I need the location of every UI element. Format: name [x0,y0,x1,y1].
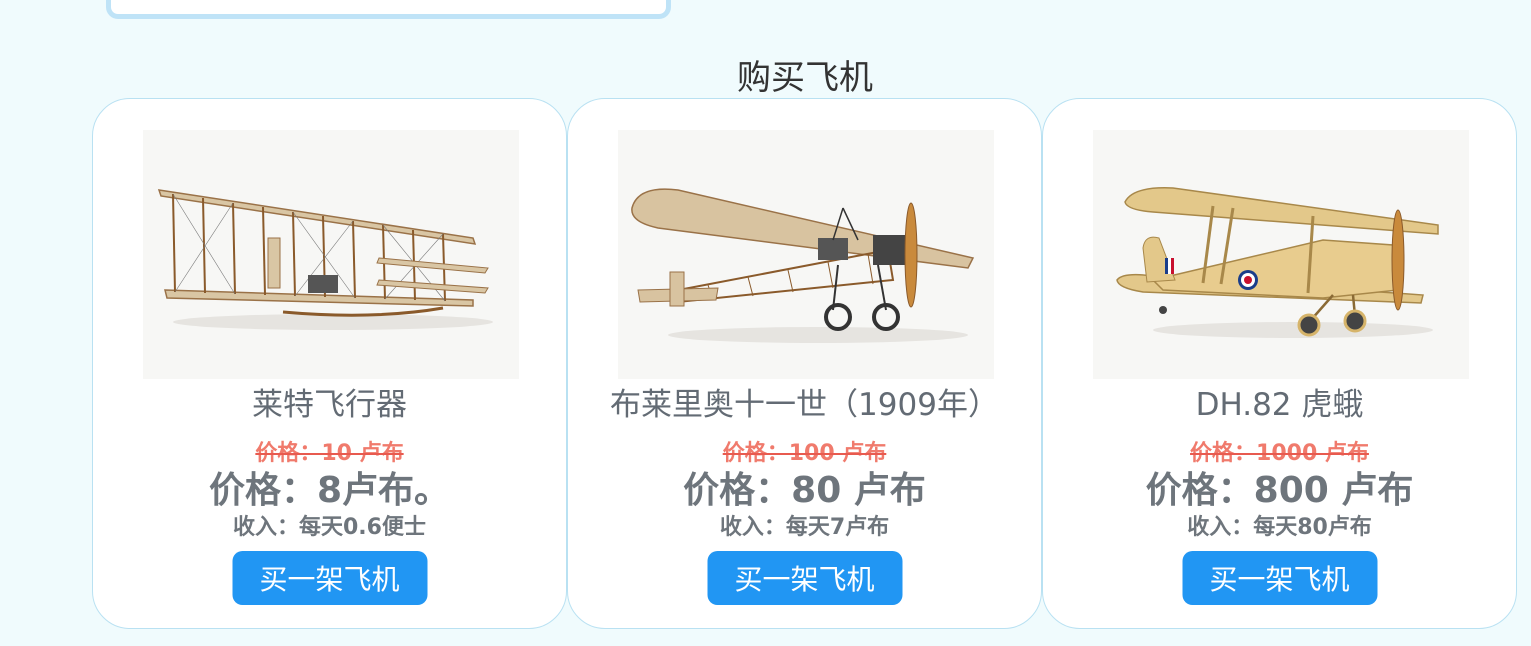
plane-card-list: 莱特飞行器 价格：10 卢布 价格：8卢布。 收入：每天0.6便士 买一架飞机 [92,98,1517,629]
new-price: 价格：80 卢布 [683,470,926,511]
section-title: 购买飞机 [737,58,873,98]
plane-name: DH.82 虎蛾 [1195,387,1364,423]
new-price: 价格：8卢布。 [208,470,451,511]
income-text: 收入：每天80卢布 [1187,515,1372,540]
new-price: 价格：800 卢布 [1145,470,1414,511]
plane-name: 莱特飞行器 [252,387,407,423]
plane-card-tiger-moth: DH.82 虎蛾 价格：1000 卢布 价格：800 卢布 收入：每天80卢布 … [1042,98,1517,629]
buy-plane-button[interactable]: 买一架飞机 [1182,551,1377,605]
income-text: 收入：每天7卢布 [719,515,890,540]
plane-card-wright: 莱特飞行器 价格：10 卢布 价格：8卢布。 收入：每天0.6便士 买一架飞机 [92,98,567,629]
top-panel [106,0,671,19]
plane-name: 布莱里奥十一世（1909年） [610,387,999,423]
plane-card-bleriot: 布莱里奥十一世（1909年） 价格：100 卢布 价格：80 卢布 收入：每天7… [567,98,1042,629]
income-text: 收入：每天0.6便士 [233,515,426,540]
wright-flyer-image [143,130,519,379]
buy-plane-button[interactable]: 买一架飞机 [232,551,427,605]
tiger-moth-image [1093,130,1469,379]
bleriot-xi-image [618,130,994,379]
buy-plane-button[interactable]: 买一架飞机 [707,551,902,605]
